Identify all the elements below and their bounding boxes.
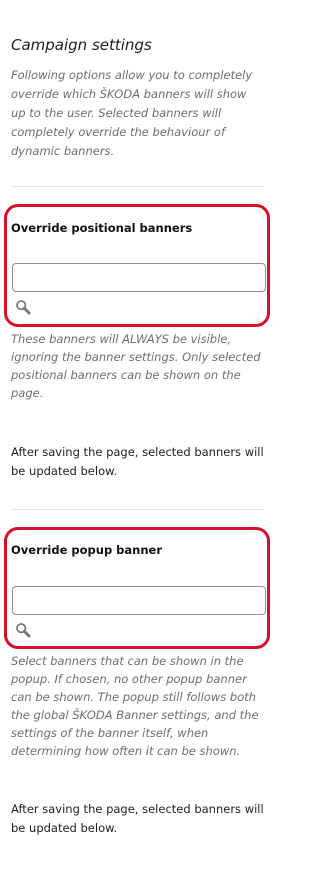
positional-field-label: Override positional banners [11, 221, 193, 235]
popup-field-label: Override popup banner [11, 543, 163, 557]
positional-save-note: After saving the page, selected banners … [11, 445, 264, 478]
divider [11, 186, 264, 187]
popup-help-text: Select banners that can be shown in the … [11, 654, 259, 758]
search-icon[interactable] [15, 299, 31, 315]
popup-save-note: After saving the page, selected banners … [11, 802, 264, 835]
popup-banner-input[interactable] [12, 586, 266, 615]
section-title: Campaign settings [11, 36, 152, 54]
search-icon[interactable] [15, 622, 31, 638]
divider [11, 509, 264, 510]
campaign-settings-panel: Campaign settings Following options allo… [0, 0, 277, 893]
positional-banners-input[interactable] [12, 263, 266, 292]
section-description: Following options allow you to completel… [11, 68, 253, 158]
positional-help-text: These banners will ALWAYS be visible, ig… [11, 332, 261, 400]
